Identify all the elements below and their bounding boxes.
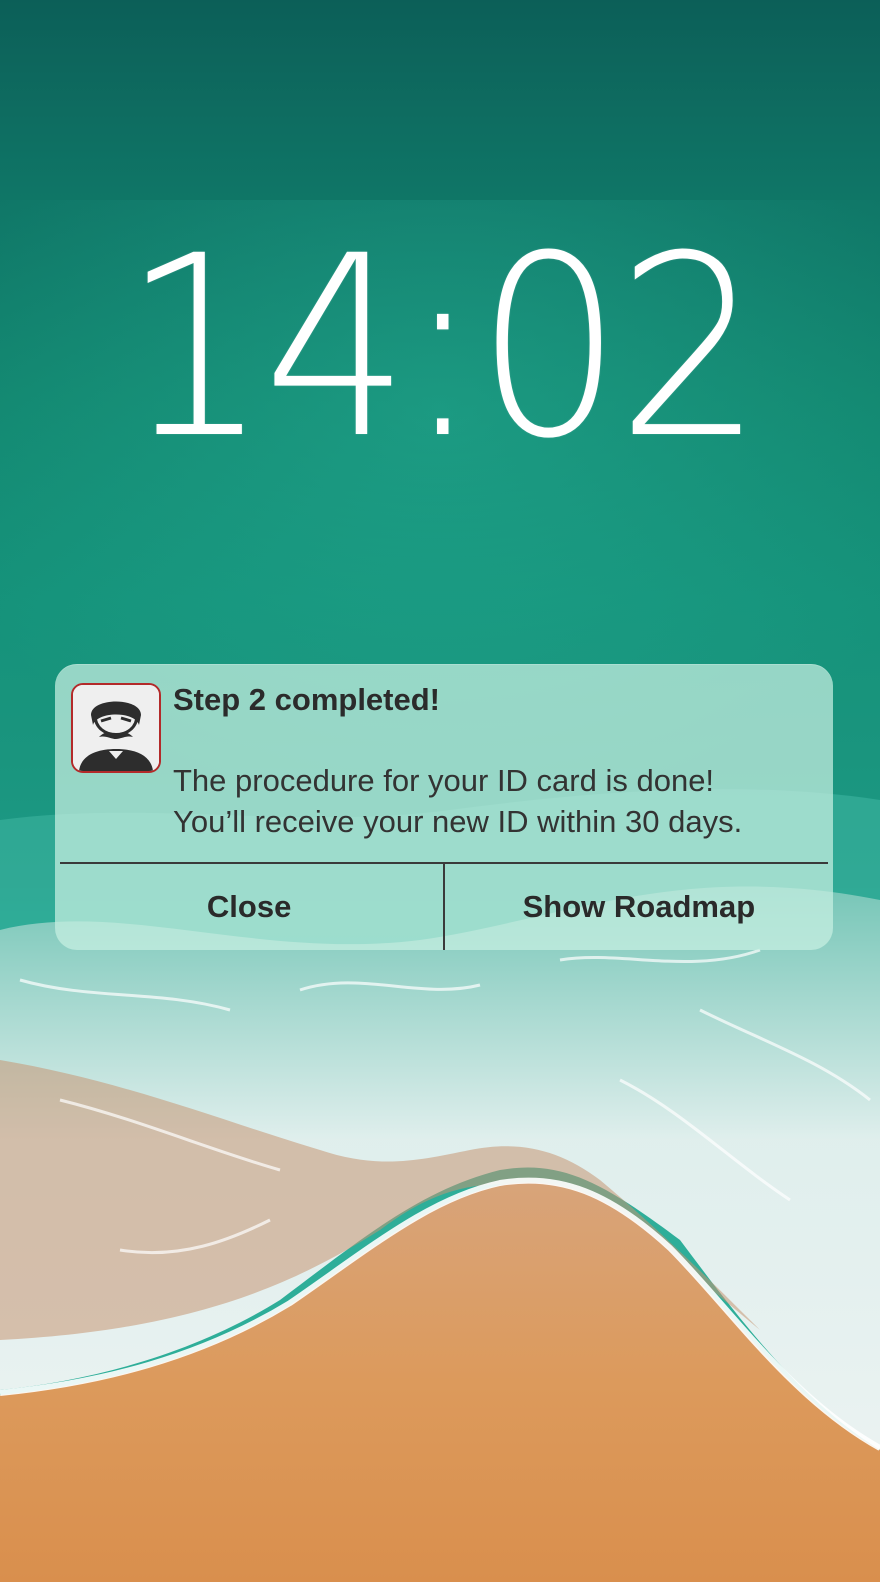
notification-body: The procedure for your ID card is done! …	[173, 760, 823, 842]
lockscreen-clock: 14:02	[122, 202, 763, 493]
notification-title: Step 2 completed!	[173, 682, 440, 717]
show-roadmap-button[interactable]: Show Roadmap	[445, 864, 833, 950]
notification-card[interactable]: Step 2 completed! The procedure for your…	[55, 664, 833, 950]
mustached-man-avatar-icon	[71, 683, 161, 773]
close-button[interactable]: Close	[55, 864, 443, 950]
lockscreen: 14:02 Step 2 completed! The procedure fo…	[0, 0, 880, 1582]
notification-actions: Close Show Roadmap	[55, 864, 833, 950]
notification-body-line: The procedure for your ID card is done!	[173, 763, 715, 798]
notification-body-line: You’ll receive your new ID within 30 day…	[173, 804, 743, 839]
